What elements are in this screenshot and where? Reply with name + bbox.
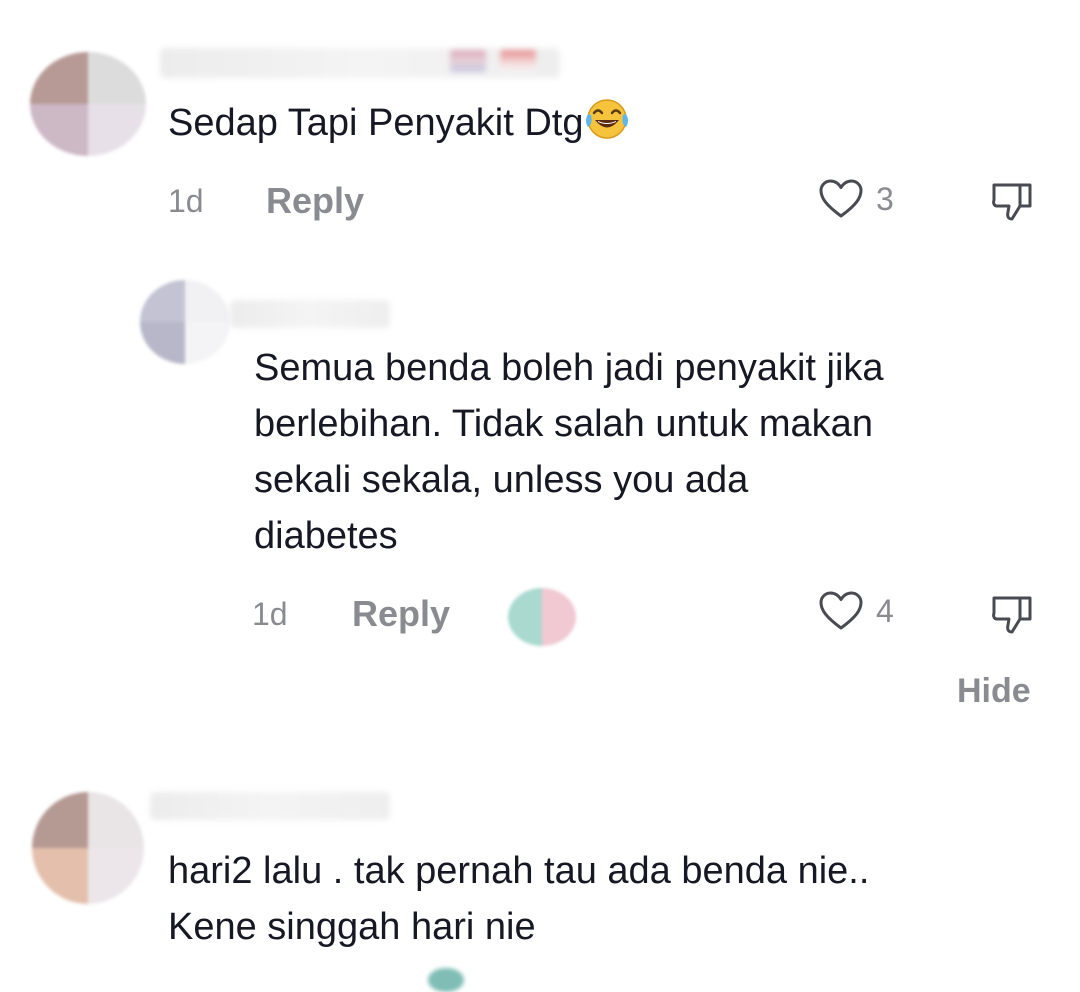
creator-avatar-pixel xyxy=(542,588,576,646)
like-button[interactable]: 3 xyxy=(818,178,894,220)
username-blurred[interactable] xyxy=(150,792,390,820)
comment-line: hari2 lalu . tak pernah tau ada benda ni… xyxy=(168,850,870,892)
thumbs-down-icon xyxy=(992,183,1032,221)
like-count: 3 xyxy=(876,180,894,217)
username-blurred[interactable] xyxy=(160,48,560,78)
avatar-pixel xyxy=(88,848,144,904)
reply-button[interactable]: Reply xyxy=(266,180,364,222)
comment-line: Kene singgah hari nie xyxy=(168,906,536,948)
avatar-pixel xyxy=(30,52,88,104)
heart-outline-icon xyxy=(819,591,863,630)
username-blurred[interactable] xyxy=(230,300,390,328)
comment-timestamp: 1d xyxy=(168,183,204,219)
avatar-pixel xyxy=(140,322,185,364)
avatar-pixel xyxy=(185,322,230,364)
dislike-button[interactable] xyxy=(990,592,1036,641)
comment-text: hari2 lalu . tak pernah tau ada benda ni… xyxy=(168,843,869,955)
avatar-pixel xyxy=(32,848,88,904)
avatar-pixel xyxy=(88,104,146,156)
comment-line: berlebihan. Tidak salah untuk makan xyxy=(254,403,873,445)
comment-line: diabetes xyxy=(254,515,398,557)
like-count: 4 xyxy=(876,592,894,629)
avatar[interactable] xyxy=(140,280,230,364)
creator-liked-badge xyxy=(508,588,576,646)
comment-line: Sedap Tapi Penyakit Dtg xyxy=(168,102,584,144)
thumbs-down-icon xyxy=(992,596,1032,634)
creator-avatar-pixel xyxy=(508,588,542,646)
comment-text: Semua benda boleh jadi penyakit jika ber… xyxy=(254,340,884,564)
comment-timestamp: 1d xyxy=(252,596,288,632)
heart-outline-icon xyxy=(819,179,863,218)
dislike-button[interactable] xyxy=(990,179,1036,228)
like-button[interactable]: 4 xyxy=(818,590,894,632)
avatar-pixel xyxy=(88,52,146,104)
avatar[interactable] xyxy=(32,792,144,904)
avatar-pixel xyxy=(140,280,185,322)
comment-line: sekali sekala, unless you ada xyxy=(254,459,749,501)
cropped-icon xyxy=(428,968,464,992)
flag-icon xyxy=(450,50,486,72)
avatar-pixel xyxy=(32,792,88,848)
avatar-pixel xyxy=(185,280,230,322)
avatar-pixel xyxy=(30,104,88,156)
face-with-tears-of-joy-icon xyxy=(583,97,631,157)
avatar[interactable] xyxy=(30,52,146,156)
comment-line: Semua benda boleh jadi penyakit jika xyxy=(254,347,884,389)
hide-replies-button[interactable]: Hide xyxy=(957,672,1031,711)
avatar-pixel xyxy=(88,792,144,848)
flag-icon xyxy=(500,50,536,72)
comment-text: Sedap Tapi Penyakit Dtg xyxy=(168,95,631,157)
reply-button[interactable]: Reply xyxy=(352,593,450,635)
